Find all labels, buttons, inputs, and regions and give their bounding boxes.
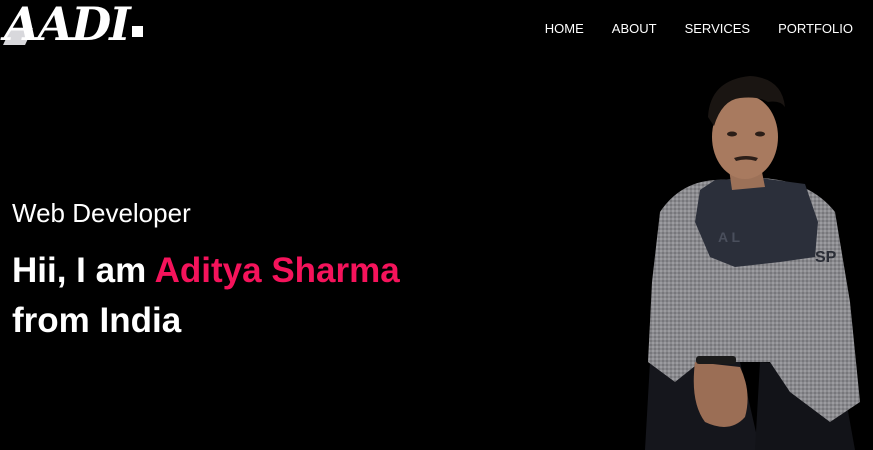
shirt-sleeve-print: SP xyxy=(815,249,837,266)
logo-dot xyxy=(131,26,143,37)
hero-section: Web Developer Hii, I am Aditya Sharma fr… xyxy=(12,196,400,346)
hero-headline: Hii, I am Aditya Sharma from India xyxy=(12,246,400,346)
nav-about-link[interactable]: ABOUT xyxy=(612,20,657,38)
shirt-print: A L xyxy=(718,229,740,245)
hero-role: Web Developer xyxy=(12,198,191,228)
nav-portfolio-link[interactable]: PORTFOLIO xyxy=(778,20,853,38)
logo-text: AADI xyxy=(4,0,131,51)
hero-name: Aditya Sharma xyxy=(154,251,400,290)
nav-services-link[interactable]: SERVICES xyxy=(685,20,751,38)
hero-greeting: Hii, I am xyxy=(12,251,155,290)
brand-logo[interactable]: AADI xyxy=(3,0,143,51)
profile-photo: A L SP xyxy=(645,76,860,450)
nav-home-link[interactable]: HOME xyxy=(545,20,584,38)
main-nav: HOME ABOUT SERVICES PORTFOLIO xyxy=(517,20,853,38)
hero-location: from India xyxy=(12,301,182,340)
logo-wordmark: AADI xyxy=(3,0,143,51)
